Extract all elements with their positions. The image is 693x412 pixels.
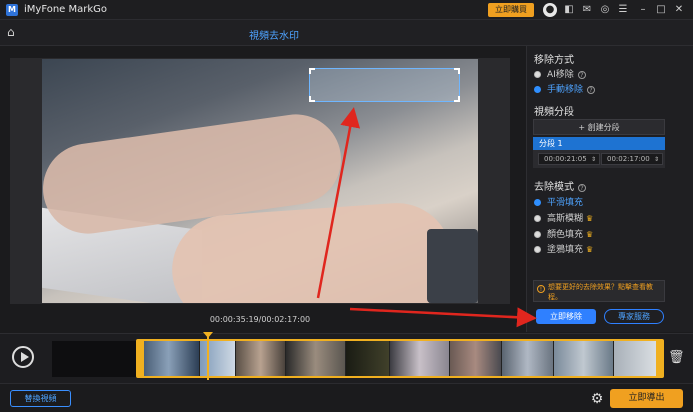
annotation-arrows [316, 107, 537, 328]
arrow-to-remove-button [349, 307, 537, 328]
arrow-to-watermark [316, 107, 361, 299]
